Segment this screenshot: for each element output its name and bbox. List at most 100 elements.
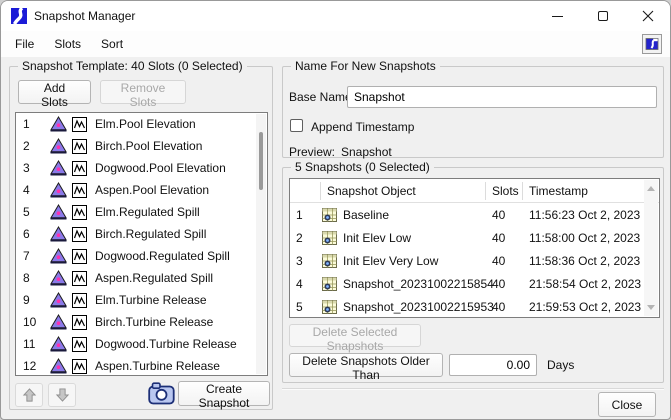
series-slot-icon	[72, 271, 87, 286]
header-slots[interactable]: Slots	[486, 182, 523, 200]
slot-list-item[interactable]: 12 Aspen.Turbine Release	[16, 355, 267, 376]
slot-list-item[interactable]: 8 Aspen.Regulated Spill	[16, 267, 267, 289]
add-slots-button[interactable]: Add Slots	[18, 80, 91, 104]
snapshot-name: Snapshot_20231002215953	[343, 300, 494, 314]
snapshot-timestamp-cell: 11:56:23 Oct 2, 2023	[523, 208, 644, 222]
snapshot-object-cell: Snapshot_20231002215953	[321, 300, 486, 314]
snapshots-table-scrollbar[interactable]	[644, 180, 658, 316]
snapshot-row[interactable]: 2 Init	[290, 226, 659, 249]
slot-list-item[interactable]: 4 Aspen.Pool Elevation	[16, 179, 267, 201]
snapshot-row-number: 2	[290, 231, 321, 245]
snapshots-group-title: 5 Snapshots (0 Selected)	[291, 160, 434, 174]
base-name-input[interactable]	[347, 86, 657, 108]
slot-list-item[interactable]: 6 Birch.Regulated Spill	[16, 223, 267, 245]
close-icon	[642, 10, 654, 22]
slot-name: Birch.Regulated Spill	[95, 227, 206, 241]
riverware-mini-icon	[645, 37, 659, 51]
series-slot-icon	[72, 315, 87, 330]
slot-list-item[interactable]: 2 Birch.Pool Elevation	[16, 135, 267, 157]
series-slot-icon	[72, 337, 87, 352]
header-timestamp[interactable]: Timestamp	[523, 182, 644, 200]
maximize-button[interactable]	[580, 1, 625, 31]
slot-number: 12	[16, 359, 50, 373]
slot-list-item[interactable]: 11 Dogwood.Turbine Release	[16, 333, 267, 355]
snapshot-slots-cell: 40	[486, 231, 523, 245]
menu-slots[interactable]: Slots	[44, 32, 91, 56]
snapshot-object-cell: Init Elev Very Low	[321, 254, 486, 268]
series-slot-icon	[72, 293, 87, 308]
close-button[interactable]: Close	[598, 392, 656, 417]
slot-list-scrollbar[interactable]	[256, 114, 266, 374]
reservoir-object-icon	[50, 204, 67, 220]
snapshot-row-number: 1	[290, 208, 321, 222]
reservoir-object-icon	[50, 292, 67, 308]
footer-separator	[282, 388, 664, 390]
slot-number: 11	[16, 337, 50, 351]
slot-template-list[interactable]: 1 Elm.Pool Elevation 2	[15, 112, 268, 376]
slot-number: 6	[16, 227, 50, 241]
snapshot-name: Snapshot_20231002215854	[343, 277, 494, 291]
move-slot-up-button[interactable]	[15, 383, 43, 407]
header-number-column[interactable]	[290, 182, 321, 200]
delete-selected-snapshots-button[interactable]: Delete Selected Snapshots	[289, 324, 421, 347]
append-timestamp-label: Append Timestamp	[311, 120, 414, 134]
snapshot-row[interactable]: 4 Snaps	[290, 272, 659, 295]
slot-number: 5	[16, 205, 50, 219]
scrollbar-up-icon[interactable]	[647, 186, 655, 191]
snapshot-object-cell: Baseline	[321, 208, 486, 222]
snapshot-timestamp-cell: 11:58:36 Oct 2, 2023	[523, 254, 644, 268]
slot-number: 4	[16, 183, 50, 197]
reservoir-object-icon	[50, 138, 67, 154]
snapshot-object-icon	[322, 254, 337, 268]
slot-list-item[interactable]: 10 Birch.Turbine Release	[16, 311, 267, 333]
preview-label: Preview:	[289, 145, 335, 159]
slot-list-scrollbar-thumb[interactable]	[259, 132, 263, 190]
riverware-model-icon-button[interactable]	[642, 34, 662, 54]
slot-name: Elm.Pool Elevation	[95, 117, 196, 131]
slot-list-item[interactable]: 9 Elm.Turbine Release	[16, 289, 267, 311]
append-timestamp-checkbox[interactable]	[290, 119, 303, 132]
create-snapshot-button[interactable]: Create Snapshot	[178, 381, 270, 406]
snapshot-row-number: 3	[290, 254, 321, 268]
minimize-button[interactable]	[535, 1, 580, 31]
reservoir-object-icon	[50, 336, 67, 352]
snapshot-template-group-title: Snapshot Template: 40 Slots (0 Selected)	[18, 59, 247, 73]
series-slot-icon	[72, 249, 87, 264]
slot-number: 7	[16, 249, 50, 263]
slot-number: 8	[16, 271, 50, 285]
arrow-down-icon	[55, 387, 70, 403]
reservoir-object-icon	[50, 182, 67, 198]
move-slot-down-button[interactable]	[48, 383, 76, 407]
slot-list-item[interactable]: 1 Elm.Pool Elevation	[16, 113, 267, 135]
menu-sort[interactable]: Sort	[91, 32, 133, 56]
snapshot-name: Baseline	[343, 208, 389, 222]
base-name-label: Base Name:	[289, 90, 355, 104]
menu-file[interactable]: File	[5, 32, 44, 56]
scrollbar-down-icon[interactable]	[647, 305, 655, 310]
delete-snapshots-older-than-button[interactable]: Delete Snapshots Older Than	[289, 353, 443, 377]
preview-value: Snapshot	[341, 145, 392, 159]
snapshot-row[interactable]: 1 Basel	[290, 203, 659, 226]
snapshot-row[interactable]: 3 Init	[290, 249, 659, 272]
snapshot-object-icon	[322, 208, 337, 222]
snapshot-object-icon	[322, 277, 337, 291]
slot-number: 10	[16, 315, 50, 329]
header-snapshot-object[interactable]: Snapshot Object	[321, 182, 486, 200]
remove-slots-button[interactable]: Remove Slots	[100, 80, 186, 104]
snapshots-table[interactable]: Snapshot Object Slots Timestamp 1	[289, 178, 660, 318]
slot-list-item[interactable]: 7 Dogwood.Regulated Spill	[16, 245, 267, 267]
snapshot-timestamp-cell: 21:58:54 Oct 2, 2023	[523, 277, 644, 291]
snapshot-row[interactable]: 5 Snaps	[290, 295, 659, 318]
reservoir-object-icon	[50, 248, 67, 264]
snapshot-slots-cell: 40	[486, 277, 523, 291]
slot-list-item[interactable]: 5 Elm.Regulated Spill	[16, 201, 267, 223]
slot-name: Dogwood.Regulated Spill	[95, 249, 230, 263]
series-slot-icon	[72, 161, 87, 176]
reservoir-object-icon	[50, 226, 67, 242]
camera-icon	[148, 382, 175, 405]
days-input[interactable]	[449, 354, 537, 376]
series-slot-icon	[72, 359, 87, 374]
close-window-button[interactable]	[625, 1, 670, 31]
slot-list-item[interactable]: 3 Dogwood.Pool Elevation	[16, 157, 267, 179]
slot-name: Aspen.Turbine Release	[95, 359, 220, 373]
